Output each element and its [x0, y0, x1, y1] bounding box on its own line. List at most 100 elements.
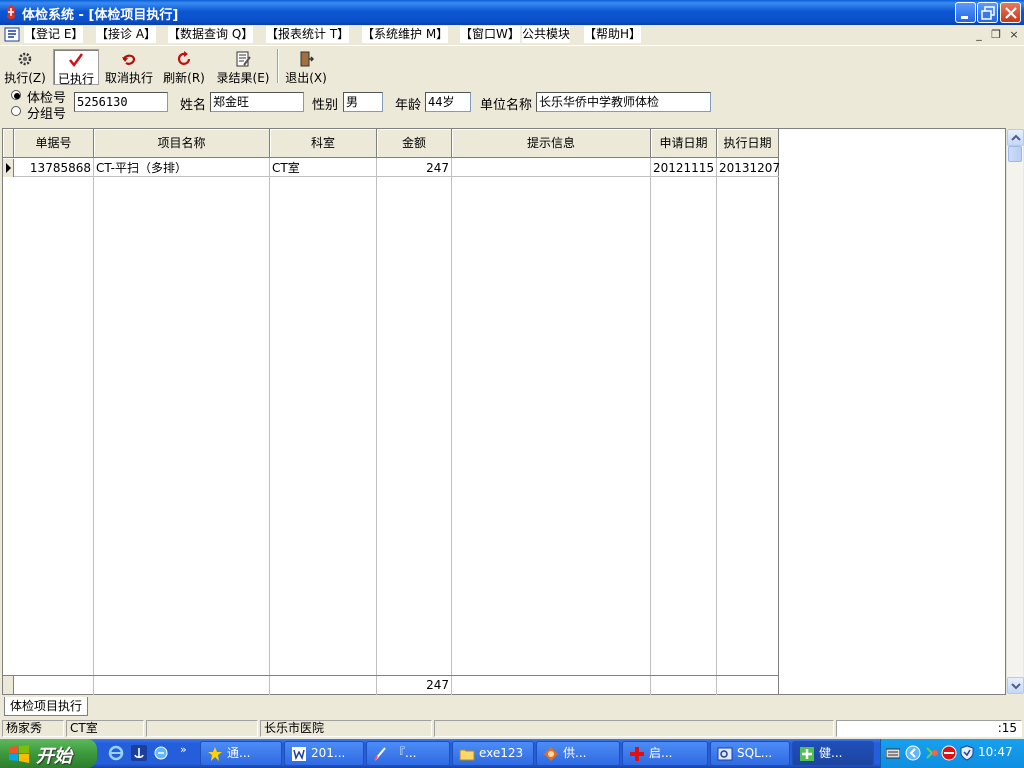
toolbar: 执行(Z) 已执行 取消执行 刷新(R) 录结果(E) 退出(X): [0, 45, 1024, 86]
menu-data-query[interactable]: 【数据查询 Q】: [168, 26, 254, 43]
diamond-icon: [544, 747, 558, 761]
exam-no-input[interactable]: 5256130: [74, 92, 168, 112]
checkmark-icon: [69, 53, 84, 68]
blocked-icon[interactable]: [941, 745, 957, 761]
row-indicator-header: [3, 129, 14, 158]
scroll-up-button[interactable]: [1007, 129, 1024, 146]
col-header-apply-date[interactable]: 申请日期: [651, 129, 717, 158]
age-input[interactable]: 44岁: [425, 92, 471, 112]
menu-window[interactable]: 【窗口W】: [460, 26, 520, 43]
cell-item-name[interactable]: CT-平扫（多排）: [94, 159, 269, 177]
col-header-item-name[interactable]: 项目名称: [94, 129, 270, 158]
name-input[interactable]: 郑金旺: [210, 92, 304, 112]
minimize-button[interactable]: [955, 2, 976, 23]
status-pane-blank: [434, 720, 834, 737]
task-button[interactable]: 『...: [366, 741, 450, 766]
database-icon: [717, 747, 733, 761]
menu-common-module[interactable]: 公共模块: [522, 26, 571, 43]
col-header-dept[interactable]: 科室: [270, 129, 377, 158]
menu-reception[interactable]: 【接诊 A】: [96, 26, 157, 43]
cell-doc-no[interactable]: 13785868: [14, 159, 93, 177]
task-button[interactable]: 通...: [200, 741, 282, 766]
anchor-icon[interactable]: [131, 745, 147, 761]
col-divider: [650, 158, 651, 695]
task-button-active[interactable]: 健...: [792, 741, 874, 766]
executed-button[interactable]: 已执行: [53, 49, 99, 86]
mdi-restore-icon[interactable]: ❐: [989, 28, 1003, 42]
red-cross-icon: [630, 747, 644, 761]
col-divider: [269, 158, 270, 695]
clock[interactable]: 10:47: [978, 745, 1013, 759]
menu-system-maintenance[interactable]: 【系统维护 M】: [362, 26, 449, 43]
task-button[interactable]: exe123: [452, 741, 534, 766]
window-tab-bar: 体检项目执行: [0, 697, 1024, 717]
cell-apply-date[interactable]: 20121115: [651, 159, 716, 177]
refresh-button[interactable]: 刷新(R): [160, 49, 208, 85]
exit-door-icon: [300, 51, 314, 67]
app-icon: [7, 5, 15, 19]
task-label: 启...: [649, 746, 673, 760]
record-result-label: 录结果(E): [216, 71, 270, 85]
browser-icon[interactable]: [153, 745, 169, 761]
gender-label: 性别: [312, 98, 339, 113]
age-label: 年龄: [395, 98, 422, 113]
ie-icon[interactable]: [108, 745, 124, 761]
scroll-down-button[interactable]: [1007, 677, 1024, 694]
footer-divider: [3, 675, 779, 676]
tray-expand-icon[interactable]: [905, 745, 921, 761]
task-label: exe123: [479, 746, 524, 760]
menu-help[interactable]: 【帮助H】: [584, 26, 642, 43]
close-icon: [1005, 7, 1017, 19]
quicklaunch-more-icon[interactable]: »: [180, 743, 187, 756]
cell-exec-date[interactable]: 20131207: [717, 159, 779, 177]
undo-icon: [122, 54, 136, 65]
document-icon[interactable]: [4, 27, 20, 42]
col-header-doc-no[interactable]: 单据号: [14, 129, 94, 158]
pen-icon: [374, 747, 386, 761]
col-header-tip[interactable]: 提示信息: [452, 129, 651, 158]
col-header-exec-date[interactable]: 执行日期: [717, 129, 779, 158]
folder-icon: [459, 749, 475, 761]
minimize-icon: [961, 16, 968, 19]
exit-button[interactable]: 退出(X): [283, 49, 329, 85]
task-button[interactable]: SQL...: [710, 741, 790, 766]
col-header-amount[interactable]: 金额: [377, 129, 452, 158]
gender-input[interactable]: 男: [343, 92, 383, 112]
menu-report-stats[interactable]: 【报表统计 T】: [266, 26, 350, 43]
cell-amount[interactable]: 247: [377, 159, 451, 177]
task-label: 供...: [563, 746, 587, 760]
status-bar: 杨家秀 CT室 长乐市医院 :15: [0, 719, 1024, 738]
vertical-scrollbar[interactable]: [1006, 129, 1024, 694]
unit-input[interactable]: 长乐华侨中学教师体检: [536, 92, 711, 112]
mdi-close-icon[interactable]: ×: [1007, 28, 1021, 42]
task-button[interactable]: 201...: [284, 741, 364, 766]
group-no-radio[interactable]: [11, 106, 21, 116]
scroll-thumb[interactable]: [1008, 146, 1022, 162]
item-grid[interactable]: 单据号 项目名称 科室 金额 提示信息 申请日期 执行日期 13785868 C…: [2, 128, 1006, 695]
cell-dept[interactable]: CT室: [270, 159, 376, 177]
shield-icon[interactable]: [959, 745, 975, 761]
start-button[interactable]: 开始: [0, 739, 97, 768]
footer-amount-total: 247: [426, 678, 449, 692]
col-divider: [716, 158, 717, 695]
keyboard-icon[interactable]: [886, 746, 900, 760]
exam-no-radio[interactable]: [11, 90, 21, 100]
close-button[interactable]: [1000, 2, 1021, 23]
task-button[interactable]: 启...: [622, 741, 708, 766]
gear-icon: [18, 52, 32, 66]
menu-register[interactable]: 【登记 E】: [24, 26, 84, 43]
cancel-execute-button[interactable]: 取消执行: [102, 49, 156, 85]
windows-logo-icon: [9, 745, 29, 763]
cell-tip[interactable]: [452, 159, 650, 177]
record-result-button[interactable]: 录结果(E): [214, 49, 272, 85]
execute-button[interactable]: 执行(Z): [2, 49, 48, 85]
network-icon[interactable]: [924, 745, 940, 761]
chevron-down-icon: [1011, 683, 1021, 690]
cancel-execute-label: 取消执行: [104, 71, 153, 85]
refresh-label: 刷新(R): [163, 71, 205, 85]
tab-exam-item-execute[interactable]: 体检项目执行: [4, 697, 88, 716]
status-user: 杨家秀: [2, 720, 64, 737]
task-button[interactable]: 供...: [536, 741, 620, 766]
mdi-minimize-icon[interactable]: _: [972, 28, 986, 42]
restore-button[interactable]: [977, 2, 998, 23]
